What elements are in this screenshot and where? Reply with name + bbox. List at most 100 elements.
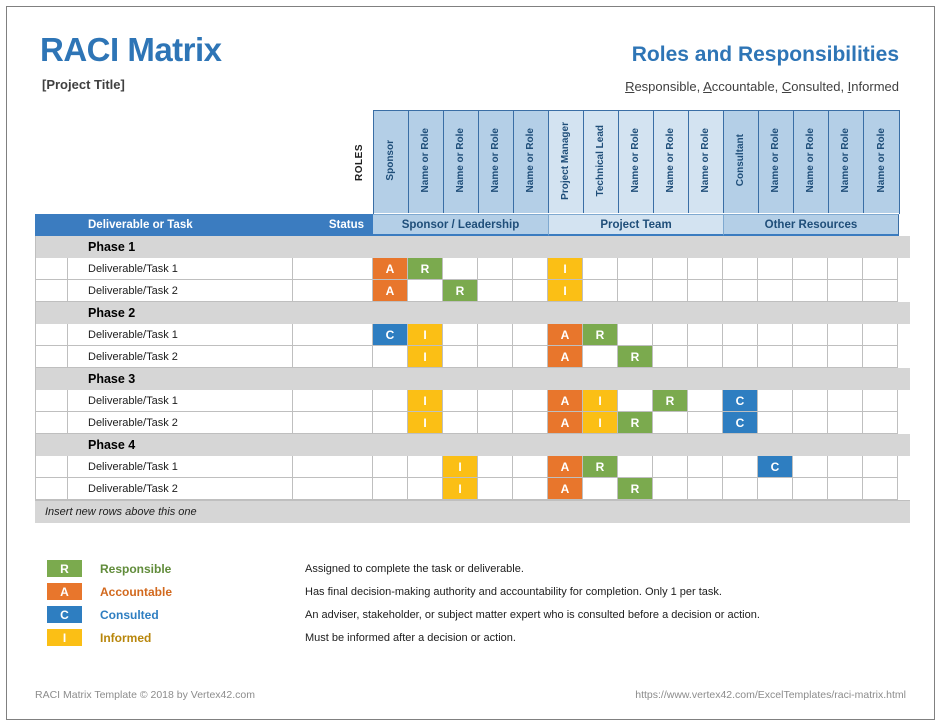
phase-row[interactable]: Phase 1 — [35, 236, 910, 258]
raci-cell-r4-c7[interactable] — [583, 302, 618, 324]
raci-cell-r11-c8[interactable] — [618, 456, 653, 478]
role-column-header-4[interactable]: Name or Role — [479, 111, 514, 213]
raci-cell-r8-c4[interactable] — [478, 390, 513, 412]
raci-cell-r12-c15[interactable] — [863, 478, 898, 500]
raci-cell-r12-c10[interactable] — [688, 478, 723, 500]
raci-cell-r2-c9[interactable] — [653, 258, 688, 280]
raci-cell-r10-c11[interactable] — [723, 434, 758, 456]
raci-cell-r10-c4[interactable] — [478, 434, 513, 456]
raci-cell-r12-c12[interactable] — [758, 478, 793, 500]
raci-cell-r7-c6[interactable] — [548, 368, 583, 390]
raci-cell-r2-c4[interactable] — [478, 258, 513, 280]
raci-cell-r7-c5[interactable] — [513, 368, 548, 390]
raci-cell-r8-c1[interactable] — [373, 390, 408, 412]
raci-cell-r9-c5[interactable] — [513, 412, 548, 434]
raci-cell-r4-c8[interactable] — [618, 302, 653, 324]
phase-row[interactable]: Phase 3 — [35, 368, 910, 390]
raci-cell-r7-c2[interactable] — [408, 368, 443, 390]
raci-cell-r6-c7[interactable] — [583, 346, 618, 368]
raci-cell-r3-c2[interactable] — [408, 280, 443, 302]
table-row[interactable]: Deliverable/Task 2 A R I — [35, 280, 910, 302]
raci-cell-r3-c13[interactable] — [793, 280, 828, 302]
raci-cell-r3-c12[interactable] — [758, 280, 793, 302]
raci-cell-r6-c8[interactable]: R — [618, 346, 653, 368]
raci-cell-r1-c2[interactable] — [408, 236, 443, 258]
raci-cell-r11-c3[interactable]: I — [443, 456, 478, 478]
role-column-header-7[interactable]: Technical Lead — [584, 111, 619, 213]
status-cell[interactable] — [293, 390, 373, 412]
status-cell[interactable] — [293, 434, 373, 456]
raci-cell-r2-c2[interactable]: R — [408, 258, 443, 280]
raci-cell-r5-c2[interactable]: I — [408, 324, 443, 346]
raci-cell-r5-c8[interactable] — [618, 324, 653, 346]
raci-cell-r1-c8[interactable] — [618, 236, 653, 258]
raci-cell-r12-c8[interactable]: R — [618, 478, 653, 500]
raci-cell-r12-c7[interactable] — [583, 478, 618, 500]
raci-cell-r2-c5[interactable] — [513, 258, 548, 280]
raci-cell-r8-c6[interactable]: A — [548, 390, 583, 412]
raci-cell-r10-c9[interactable] — [653, 434, 688, 456]
raci-cell-r8-c7[interactable]: I — [583, 390, 618, 412]
raci-cell-r6-c15[interactable] — [863, 346, 898, 368]
raci-cell-r9-c9[interactable] — [653, 412, 688, 434]
raci-cell-r7-c14[interactable] — [828, 368, 863, 390]
raci-cell-r8-c12[interactable] — [758, 390, 793, 412]
raci-cell-r6-c3[interactable] — [443, 346, 478, 368]
raci-cell-r2-c8[interactable] — [618, 258, 653, 280]
raci-cell-r11-c14[interactable] — [828, 456, 863, 478]
raci-cell-r9-c1[interactable] — [373, 412, 408, 434]
raci-cell-r5-c7[interactable]: R — [583, 324, 618, 346]
raci-cell-r1-c5[interactable] — [513, 236, 548, 258]
raci-cell-r6-c11[interactable] — [723, 346, 758, 368]
raci-cell-r11-c9[interactable] — [653, 456, 688, 478]
status-cell[interactable] — [293, 478, 373, 500]
raci-cell-r2-c3[interactable] — [443, 258, 478, 280]
role-column-header-9[interactable]: Name or Role — [654, 111, 689, 213]
raci-cell-r10-c1[interactable] — [373, 434, 408, 456]
raci-cell-r3-c6[interactable]: I — [548, 280, 583, 302]
raci-cell-r1-c4[interactable] — [478, 236, 513, 258]
raci-cell-r1-c11[interactable] — [723, 236, 758, 258]
raci-cell-r2-c14[interactable] — [828, 258, 863, 280]
raci-cell-r1-c9[interactable] — [653, 236, 688, 258]
raci-cell-r9-c10[interactable] — [688, 412, 723, 434]
project-title-placeholder[interactable]: [Project Title] — [42, 77, 125, 92]
raci-cell-r6-c4[interactable] — [478, 346, 513, 368]
raci-cell-r11-c13[interactable] — [793, 456, 828, 478]
raci-cell-r9-c13[interactable] — [793, 412, 828, 434]
raci-cell-r12-c2[interactable] — [408, 478, 443, 500]
raci-cell-r4-c2[interactable] — [408, 302, 443, 324]
raci-cell-r12-c1[interactable] — [373, 478, 408, 500]
raci-cell-r3-c14[interactable] — [828, 280, 863, 302]
raci-cell-r9-c3[interactable] — [443, 412, 478, 434]
raci-cell-r3-c3[interactable]: R — [443, 280, 478, 302]
raci-cell-r7-c1[interactable] — [373, 368, 408, 390]
raci-cell-r4-c15[interactable] — [863, 302, 898, 324]
raci-cell-r7-c4[interactable] — [478, 368, 513, 390]
role-column-header-2[interactable]: Name or Role — [409, 111, 444, 213]
footer-url[interactable]: https://www.vertex42.com/ExcelTemplates/… — [635, 689, 906, 701]
raci-cell-r7-c15[interactable] — [863, 368, 898, 390]
raci-cell-r1-c13[interactable] — [793, 236, 828, 258]
raci-cell-r8-c10[interactable] — [688, 390, 723, 412]
raci-cell-r12-c13[interactable] — [793, 478, 828, 500]
raci-cell-r4-c14[interactable] — [828, 302, 863, 324]
raci-cell-r5-c11[interactable] — [723, 324, 758, 346]
raci-cell-r4-c5[interactable] — [513, 302, 548, 324]
raci-cell-r4-c10[interactable] — [688, 302, 723, 324]
raci-cell-r4-c13[interactable] — [793, 302, 828, 324]
role-column-header-11[interactable]: Consultant — [724, 111, 759, 213]
raci-cell-r5-c9[interactable] — [653, 324, 688, 346]
raci-cell-r2-c7[interactable] — [583, 258, 618, 280]
raci-cell-r1-c14[interactable] — [828, 236, 863, 258]
role-column-header-10[interactable]: Name or Role — [689, 111, 724, 213]
raci-cell-r6-c9[interactable] — [653, 346, 688, 368]
phase-label[interactable]: Phase 2 — [68, 302, 293, 324]
task-label[interactable]: Deliverable/Task 1 — [68, 390, 293, 412]
raci-cell-r7-c13[interactable] — [793, 368, 828, 390]
raci-cell-r11-c4[interactable] — [478, 456, 513, 478]
raci-cell-r2-c15[interactable] — [863, 258, 898, 280]
raci-cell-r3-c15[interactable] — [863, 280, 898, 302]
phase-label[interactable]: Phase 4 — [68, 434, 293, 456]
raci-cell-r6-c5[interactable] — [513, 346, 548, 368]
